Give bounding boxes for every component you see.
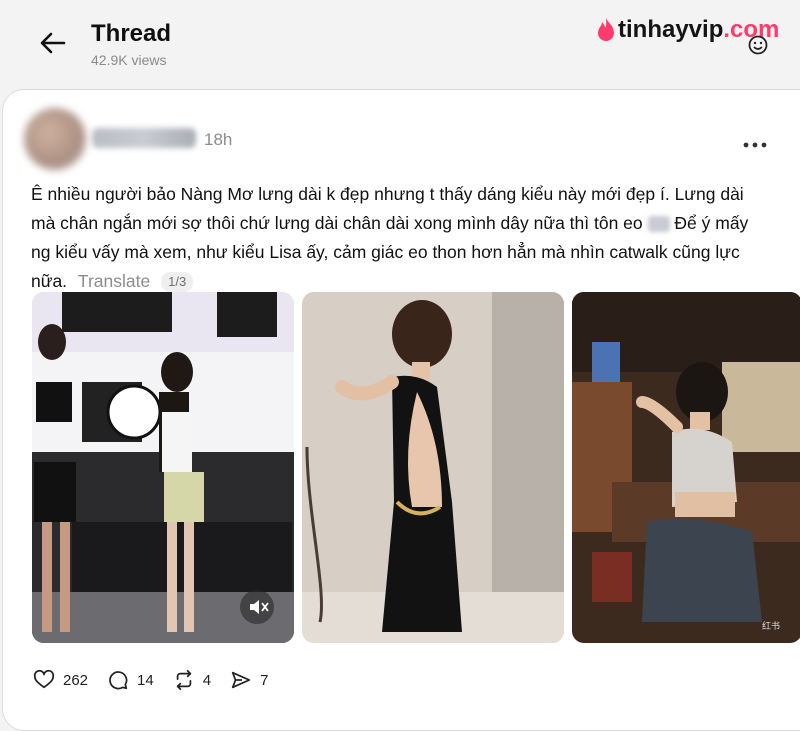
more-options-button[interactable] <box>742 136 768 148</box>
view-count: 42.9K views <box>91 52 167 68</box>
page-title: Thread <box>91 20 172 47</box>
repost-count: 4 <box>202 671 212 689</box>
share-count: 7 <box>260 671 269 689</box>
redacted-emoji <box>647 216 670 233</box>
image-watermark: 红书 <box>762 621 781 631</box>
repost-button[interactable]: 4 <box>173 669 211 691</box>
media-counter-badge: 1/3 <box>161 272 194 292</box>
top-bar: Thread 42.9K views tinhayvip .com <box>0 0 800 90</box>
repost-icon <box>176 669 192 691</box>
share-button[interactable]: 7 <box>230 669 268 691</box>
comment-icon <box>109 671 128 690</box>
post-text-part-1: Ê nhiều người bảo Nàng Mơ lưng dài k đẹp… <box>31 184 744 233</box>
post-body: Ê nhiều người bảo Nàng Mơ lưng dài k đẹp… <box>31 180 769 296</box>
post-photo-black-dress[interactable] <box>302 292 564 643</box>
post-photo-bar[interactable] <box>572 292 800 643</box>
mute-button[interactable] <box>240 590 274 624</box>
reply-count: 14 <box>137 671 154 689</box>
post-time: 18h <box>204 130 233 149</box>
reply-button[interactable]: 14 <box>107 669 154 691</box>
smiley-face-icon[interactable] <box>748 35 768 55</box>
back-button[interactable] <box>36 26 70 60</box>
heart-icon <box>33 669 55 689</box>
mute-icon <box>250 600 269 614</box>
avatar[interactable] <box>24 108 86 170</box>
flame-icon <box>598 18 614 41</box>
username-redacted[interactable] <box>92 128 196 148</box>
more-icon <box>743 142 767 148</box>
post-actions-bar: 262 14 4 7 <box>33 667 287 693</box>
like-count: 262 <box>63 671 89 689</box>
like-button[interactable]: 262 <box>33 669 88 691</box>
logo-brand-text: tinhayvip <box>618 16 724 43</box>
translate-link[interactable]: Translate <box>78 271 150 291</box>
back-arrow-icon <box>40 32 66 54</box>
share-icon <box>231 671 251 689</box>
